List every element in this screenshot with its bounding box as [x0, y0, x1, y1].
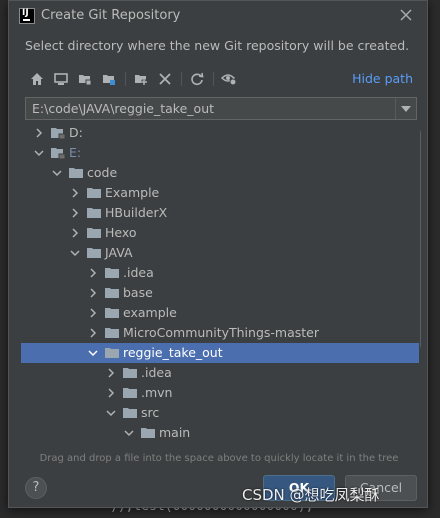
folder-icon [105, 267, 119, 279]
hide-path-link[interactable]: Hide path [352, 71, 413, 86]
tree-item-label: code [87, 165, 118, 180]
drag-drop-hint: Drag and drop a file into the space abov… [39, 453, 399, 464]
create-git-repository-dialog: IJ Create Git Repository Select director… [8, 0, 428, 508]
tree-row[interactable]: example [21, 303, 419, 323]
tree-item-label: .idea [123, 265, 154, 280]
home-icon[interactable] [27, 69, 47, 89]
dialog-titlebar: IJ Create Git Repository [9, 1, 427, 31]
tree-item-label: reggie_take_out [123, 345, 223, 360]
tree-row[interactable]: Example [21, 183, 419, 203]
chevron-down-icon[interactable] [87, 347, 99, 359]
tree-scrollbar[interactable] [420, 129, 421, 349]
tree-item-label: Example [105, 185, 160, 200]
module-folder-icon[interactable] [99, 69, 119, 89]
chevron-down-icon[interactable] [105, 407, 117, 419]
chevron-right-icon[interactable] [105, 367, 117, 379]
dialog-title: Create Git Repository [41, 8, 181, 23]
tree-item-label: src [141, 405, 160, 420]
project-folder-icon[interactable] [75, 69, 95, 89]
tree-row[interactable]: .mvn [21, 383, 419, 403]
folder-icon [105, 347, 119, 359]
tree-row[interactable]: MicroCommunityThings-master [21, 323, 419, 343]
folder-icon [87, 207, 101, 219]
toolbar-separator [125, 72, 126, 86]
tree-item-label: D: [69, 125, 83, 140]
folder-icon [87, 187, 101, 199]
tree-item-label: Hexo [105, 225, 137, 240]
folder-icon [87, 227, 101, 239]
toolbar-separator [181, 72, 182, 86]
path-combobox[interactable] [25, 97, 417, 120]
tree-item-label: base [123, 285, 153, 300]
new-folder-icon[interactable] [131, 69, 151, 89]
tree-item-label: E: [69, 145, 82, 160]
chevron-right-icon[interactable] [105, 387, 117, 399]
path-input[interactable] [26, 98, 396, 119]
tree-item-label: .idea [141, 365, 172, 380]
folder-icon [105, 327, 119, 339]
tree-row[interactable]: E: [21, 143, 419, 163]
folder-icon [69, 167, 83, 179]
tree-item-label: HBuilderX [105, 205, 168, 220]
intellij-logo-icon: IJ [19, 8, 35, 24]
desktop-icon[interactable] [51, 69, 71, 89]
chevron-right-icon[interactable] [87, 327, 99, 339]
tree-item-label: MicroCommunityThings-master [123, 325, 319, 340]
folder-icon [141, 427, 155, 439]
chevron-right-icon[interactable] [87, 307, 99, 319]
folder-icon [123, 407, 137, 419]
chevron-down-icon[interactable] [51, 167, 63, 179]
drive-icon [51, 127, 66, 140]
folder-icon [123, 387, 137, 399]
file-chooser-toolbar: Hide path [25, 67, 421, 91]
directory-tree[interactable]: D: E: code Example HBuilderX Hexo JAVA .idea bas… [21, 123, 421, 449]
folder-icon [105, 287, 119, 299]
tree-row[interactable]: Hexo [21, 223, 419, 243]
folder-icon [105, 307, 119, 319]
tree-row[interactable]: src [21, 403, 419, 423]
dialog-description: Select directory where the new Git repos… [25, 38, 410, 53]
chevron-right-icon[interactable] [69, 207, 81, 219]
toolbar-separator [213, 72, 214, 86]
folder-icon [87, 247, 101, 259]
show-hidden-icon[interactable] [219, 69, 239, 89]
refresh-icon[interactable] [187, 69, 207, 89]
chevron-right-icon[interactable] [69, 227, 81, 239]
chevron-right-icon[interactable] [87, 287, 99, 299]
tree-row[interactable]: main [21, 423, 419, 443]
tree-item-label: main [159, 425, 191, 440]
chevron-right-icon[interactable] [87, 267, 99, 279]
tree-item-label: JAVA [105, 245, 133, 260]
tree-item-label: example [123, 305, 177, 320]
tree-row[interactable]: HBuilderX [21, 203, 419, 223]
close-icon[interactable] [397, 7, 415, 25]
chevron-right-icon[interactable] [69, 187, 81, 199]
drive-icon [51, 147, 66, 160]
delete-icon[interactable] [155, 69, 175, 89]
tree-row[interactable]: code [21, 163, 419, 183]
tree-row[interactable]: .idea [21, 263, 419, 283]
chevron-down-icon[interactable] [395, 98, 416, 119]
csdn-watermark: CSDN @想吃凤梨酥 [242, 486, 380, 504]
folder-icon [123, 367, 137, 379]
tree-row[interactable]: base [21, 283, 419, 303]
tree-item-label: .mvn [141, 385, 173, 400]
tree-row[interactable]: JAVA [21, 243, 419, 263]
chevron-down-icon[interactable] [123, 427, 135, 439]
chevron-down-icon[interactable] [69, 247, 81, 259]
tree-row[interactable]: D: [21, 123, 419, 143]
chevron-down-icon[interactable] [33, 147, 45, 159]
tree-row[interactable]: reggie_take_out [21, 343, 419, 363]
chevron-right-icon[interactable] [33, 127, 45, 139]
tree-row[interactable]: .idea [21, 363, 419, 383]
help-button[interactable]: ? [25, 477, 47, 499]
